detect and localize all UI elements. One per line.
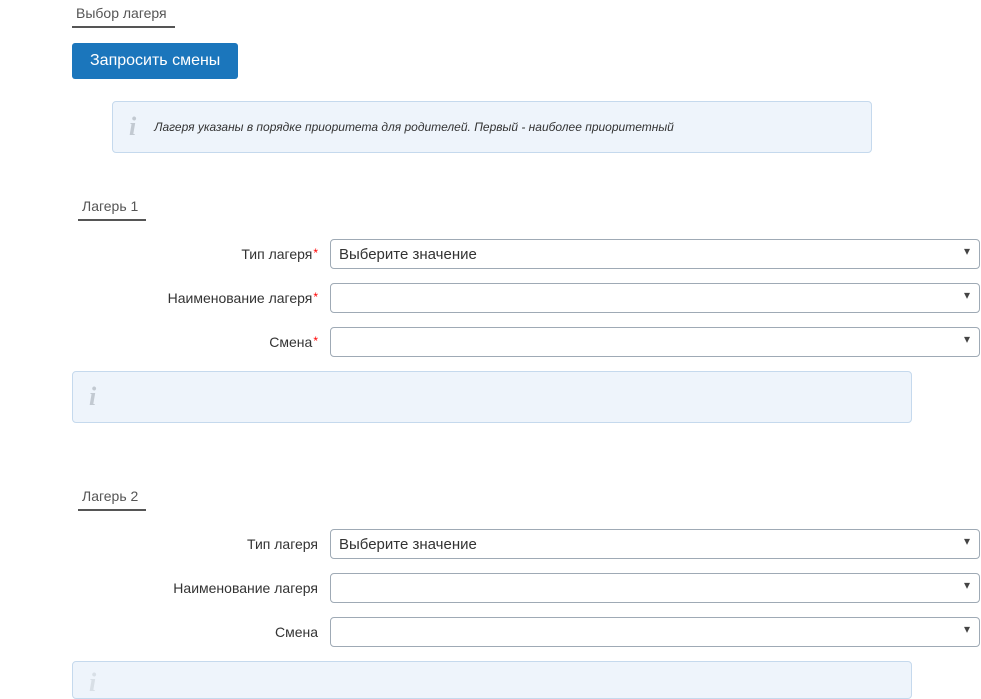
camp-2-block: Лагерь 2 Тип лагеря Выберите значение На… bbox=[72, 483, 981, 699]
camp-2-type-label: Тип лагеря bbox=[72, 536, 320, 552]
camp-1-session-label: Смена* bbox=[72, 334, 320, 350]
camp-1-session-select[interactable] bbox=[330, 327, 980, 357]
priority-info-banner: i Лагеря указаны в порядке приоритета дл… bbox=[112, 101, 872, 153]
info-icon: i bbox=[89, 382, 96, 412]
camp-2-type-select[interactable]: Выберите значение bbox=[330, 529, 980, 559]
camp-1-block: Лагерь 1 Тип лагеря* Выберите значение Н… bbox=[72, 193, 981, 423]
camp-2-name-label: Наименование лагеря bbox=[72, 580, 320, 596]
camp-1-type-label: Тип лагеря* bbox=[72, 246, 320, 262]
camp-2-session-label: Смена bbox=[72, 624, 320, 640]
request-sessions-button[interactable]: Запросить смены bbox=[72, 43, 238, 79]
camp-2-info-banner: i bbox=[72, 661, 912, 699]
camp-1-info-banner: i bbox=[72, 371, 912, 423]
camp-2-name-select[interactable] bbox=[330, 573, 980, 603]
priority-info-text: Лагеря указаны в порядке приоритета для … bbox=[154, 120, 674, 134]
camp-1-name-select[interactable] bbox=[330, 283, 980, 313]
camp-2-title: Лагерь 2 bbox=[78, 483, 146, 511]
camp-1-title: Лагерь 1 bbox=[78, 193, 146, 221]
camp-2-session-select[interactable] bbox=[330, 617, 980, 647]
info-icon: i bbox=[89, 668, 96, 698]
camp-1-name-label: Наименование лагеря* bbox=[72, 290, 320, 306]
info-icon: i bbox=[129, 112, 136, 142]
camp-1-type-select[interactable]: Выберите значение bbox=[330, 239, 980, 269]
section-title: Выбор лагеря bbox=[72, 0, 175, 28]
